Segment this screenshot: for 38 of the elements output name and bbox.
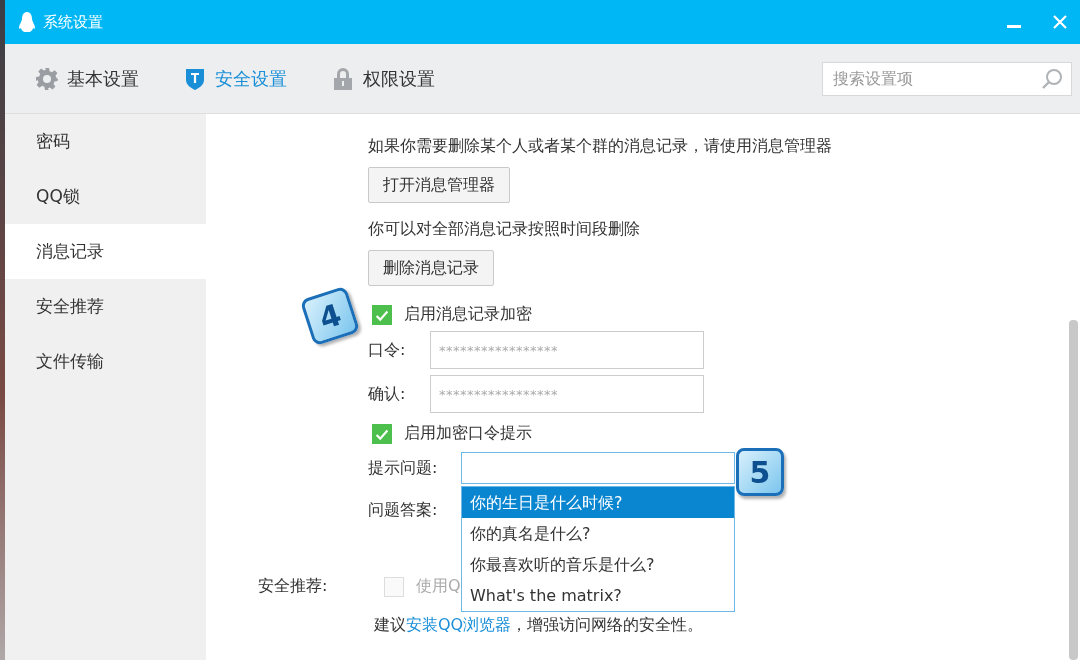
search-icon [1040,66,1064,91]
search-field[interactable]: 搜索设置项 [822,61,1072,96]
scrollbar-thumb[interactable] [1069,320,1078,660]
dropdown-option[interactable]: 你的生日是什么时候? [462,487,734,518]
sidebar-item[interactable]: 安全推荐 [5,279,206,334]
delete-records-button[interactable]: 删除消息记录 [368,250,494,286]
instruction-text: 你可以对全部消息记录按照时间段删除 [368,219,640,240]
checkbox-label: 启用加密口令提示 [404,423,532,444]
checkbox[interactable] [372,423,392,444]
penguin-icon [19,12,35,32]
lock-icon [331,66,355,91]
checkbox[interactable] [372,304,392,325]
install-browser-link[interactable]: 安装QQ浏览器 [406,615,512,634]
sidebar-item[interactable]: 消息记录 [5,224,206,279]
dropdown-option[interactable]: What's the matrix? [462,580,734,611]
question-dropdown[interactable] [461,452,735,484]
sidebar-item[interactable]: 密码 [5,114,206,169]
settings-tab[interactable]: 基本设置 [35,62,139,95]
shield-icon [183,66,207,91]
step-badge: 5 [736,448,784,496]
window-title: 系统设置 [43,12,103,32]
checkbox-label: 启用消息记录加密 [404,304,532,325]
field-label: 问题答案: [368,499,439,521]
settings-tab[interactable]: 权限设置 [331,62,435,95]
recommendation-text: 建议安装QQ浏览器，增强访问网络的安全性。 [374,615,704,636]
close-icon[interactable] [1052,14,1068,30]
dropdown-option[interactable]: 你的真名是什么? [462,518,734,549]
dropdown-option[interactable]: 你最喜欢听的音乐是什么? [462,549,734,580]
open-manager-button[interactable]: 打开消息管理器 [368,167,510,203]
sidebar-item[interactable]: 文件传输 [5,334,206,389]
checkbox-label: 使用Q [416,576,461,597]
field-label: 提示问题: [368,457,439,479]
instruction-text: 如果你需要删除某个人或者某个群的消息记录，请使用消息管理器 [368,136,832,157]
section-label: 安全推荐: [258,576,329,597]
field-label: 口令: [368,339,407,361]
gear-icon [35,66,59,91]
field-label: 确认: [368,383,407,405]
sidebar-item[interactable]: QQ锁 [5,169,206,224]
